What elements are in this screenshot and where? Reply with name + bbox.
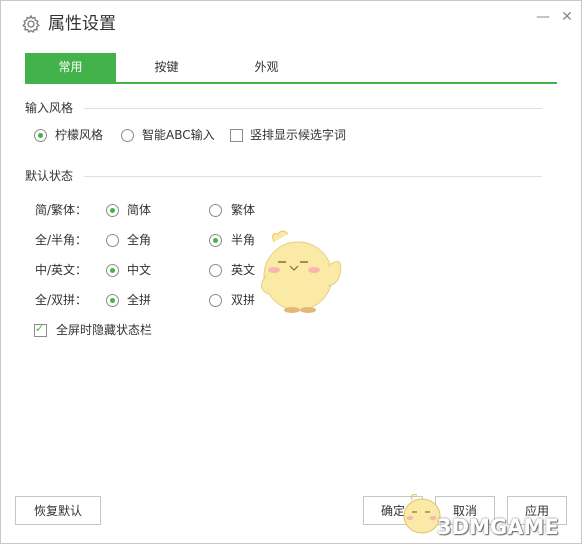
- radio-lemon-style[interactable]: [34, 129, 47, 142]
- section-title-input-style: 输入风格: [25, 101, 74, 115]
- tab-bar: 常用 按键 外观: [25, 53, 557, 84]
- radio-chinese-label: 中文: [127, 263, 152, 277]
- radio-english[interactable]: [209, 264, 222, 277]
- radio-abc-input[interactable]: [121, 129, 134, 142]
- row-label-full-double-pinyin: 全/双拼：: [35, 293, 88, 307]
- radio-full-pinyin-label: 全拼: [127, 293, 152, 307]
- tab-general[interactable]: 常用: [25, 53, 116, 82]
- radio-simplified[interactable]: [106, 204, 119, 217]
- section-title-default-state: 默认状态: [25, 169, 74, 183]
- checkbox-vertical-candidates[interactable]: [230, 129, 243, 142]
- check-icon: ✓: [35, 322, 45, 335]
- chick-mascot: [261, 230, 342, 313]
- divider: [84, 176, 542, 177]
- restore-default-button[interactable]: 恢复默认: [15, 496, 101, 525]
- row-label-simplified-traditional: 简/繁体：: [35, 203, 88, 217]
- radio-full-width[interactable]: [106, 234, 119, 247]
- minimize-button[interactable]: —: [534, 8, 552, 26]
- checkbox-hide-statusbar-fullscreen-label: 全屏时隐藏状态栏: [56, 323, 153, 337]
- radio-traditional[interactable]: [209, 204, 222, 217]
- radio-half-width[interactable]: [209, 234, 222, 247]
- radio-simplified-label: 简体: [127, 203, 152, 217]
- radio-half-width-label: 半角: [231, 233, 256, 247]
- radio-abc-input-label: 智能ABC输入: [142, 128, 215, 142]
- tab-keys[interactable]: 按键: [121, 53, 212, 82]
- radio-english-label: 英文: [231, 263, 256, 277]
- watermark-3dmgame: 3DMGAME: [437, 515, 559, 539]
- divider: [84, 108, 542, 109]
- radio-full-width-label: 全角: [127, 233, 152, 247]
- radio-traditional-label: 繁体: [231, 203, 256, 217]
- radio-chinese[interactable]: [106, 264, 119, 277]
- radio-lemon-style-label: 柠檬风格: [55, 128, 104, 142]
- checkbox-vertical-candidates-label: 竖排显示候选字词: [250, 128, 347, 142]
- radio-double-pinyin[interactable]: [209, 294, 222, 307]
- row-label-full-half-width: 全/半角：: [35, 233, 88, 247]
- checkbox-hide-statusbar-fullscreen[interactable]: ✓: [34, 322, 47, 337]
- radio-double-pinyin-label: 双拼: [231, 293, 256, 307]
- row-label-chinese-english: 中/英文：: [35, 263, 88, 277]
- gear-icon: [22, 14, 40, 33]
- close-button[interactable]: ✕: [558, 8, 576, 26]
- window-title: 属性设置: [48, 14, 116, 34]
- radio-full-pinyin[interactable]: [106, 294, 119, 307]
- tab-appearance[interactable]: 外观: [221, 53, 312, 82]
